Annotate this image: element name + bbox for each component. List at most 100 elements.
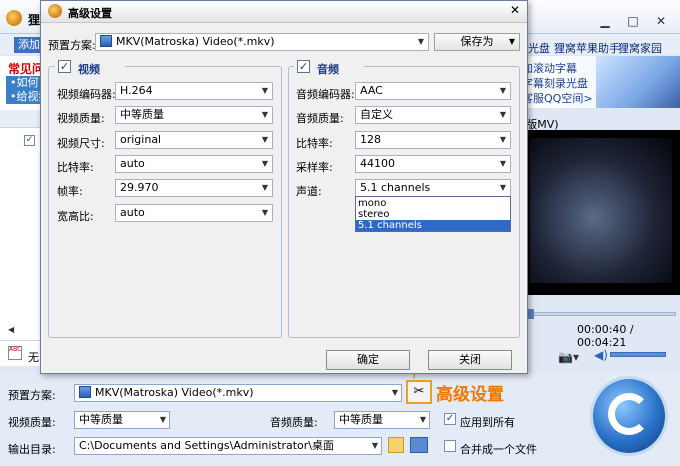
- file-list-header: [0, 110, 42, 128]
- dialog-title-bar: [41, 1, 527, 23]
- menu-link-disc[interactable]: 光盘: [528, 40, 550, 56]
- video-bitrate-value: auto: [120, 157, 145, 170]
- chevron-down-icon: ▼: [261, 86, 268, 95]
- chevron-down-icon: ▼: [499, 183, 506, 192]
- video-quality-select[interactable]: 中等质量 ▼: [74, 411, 170, 429]
- chevron-down-icon: ▼: [261, 110, 268, 119]
- chevron-down-icon: ▼: [419, 415, 426, 424]
- sample-rate-value: 44100: [360, 157, 395, 170]
- faq-title: 常见问: [8, 62, 45, 76]
- video-enable-checkbox[interactable]: ✓: [58, 60, 71, 73]
- faq-link[interactable]: •如何: [6, 76, 42, 90]
- app-logo-icon: [48, 4, 62, 18]
- chevron-down-icon: ▼: [391, 388, 398, 397]
- menu-link-apple-helper[interactable]: 狸窝苹果助手: [554, 40, 620, 56]
- channel-option-selected[interactable]: 5.1 channels: [356, 220, 510, 231]
- seek-slider[interactable]: [526, 312, 676, 316]
- open-folder-icon[interactable]: [410, 437, 428, 453]
- video-quality-value: 中等质量: [79, 413, 123, 426]
- folder-icon[interactable]: [388, 437, 404, 453]
- ok-button[interactable]: 确定: [326, 350, 410, 370]
- apply-all-checkbox[interactable]: ✓: [444, 413, 456, 425]
- audio-bitrate-label: 比特率:: [296, 137, 333, 150]
- advanced-settings-callout: 高级设置: [436, 385, 504, 405]
- audio-bitrate-value: 128: [360, 133, 381, 146]
- aspect-ratio-label: 宽高比:: [57, 210, 94, 223]
- volume-slider[interactable]: [610, 352, 666, 357]
- audio-quality-select[interactable]: 中等质量 ▼: [334, 411, 430, 429]
- save-as-label: 保存为: [460, 35, 494, 48]
- channel-option[interactable]: stereo: [356, 209, 510, 220]
- chevron-down-icon: ▼: [499, 135, 506, 144]
- audio-group-title: 音频: [317, 63, 339, 76]
- chevron-down-icon: ▼: [499, 110, 506, 119]
- chevron-down-icon: ▼: [261, 208, 268, 217]
- chevron-down-icon: ▼: [508, 37, 515, 46]
- video-quality-label: 视频质量:: [57, 112, 105, 125]
- save-as-button[interactable]: 保存为 ▼: [434, 33, 520, 51]
- chevron-down-icon: ▼: [417, 37, 424, 46]
- merge-checkbox[interactable]: [444, 440, 456, 452]
- video-quality-value: 中等质量: [120, 108, 164, 121]
- mkv-format-icon: [79, 386, 91, 398]
- audio-quality-label: 音频质量:: [296, 112, 344, 125]
- faq-link[interactable]: •给视频: [6, 90, 42, 104]
- video-encoder-label: 视频编码器:: [57, 88, 116, 101]
- scroll-left-icon[interactable]: ◀: [8, 325, 18, 335]
- output-dir-label: 输出目录:: [8, 443, 56, 456]
- convert-icon: [608, 393, 650, 435]
- time-readout: 00:00:40 / 00:04:21: [577, 323, 634, 349]
- sample-rate-select[interactable]: 44100 ▼: [355, 155, 511, 173]
- video-size-select[interactable]: original ▼: [115, 131, 273, 149]
- output-dir-select[interactable]: C:\Documents and Settings\Administrator\…: [74, 437, 382, 455]
- video-quality-select[interactable]: 中等质量 ▼: [115, 106, 273, 124]
- ad-line[interactable]: 字幕刻录光盘: [522, 75, 588, 91]
- close-icon[interactable]: ✕: [654, 14, 668, 28]
- dialog-preset-label: 预置方案:: [48, 39, 96, 52]
- file-row-checkbox[interactable]: ✓: [24, 135, 35, 146]
- audio-encoder-select[interactable]: AAC ▼: [355, 82, 511, 100]
- channels-select[interactable]: 5.1 channels ▼: [355, 179, 511, 197]
- sample-rate-label: 采样率:: [296, 161, 333, 174]
- preset-select[interactable]: MKV(Matroska) Video(*.mkv) ▼: [74, 384, 402, 402]
- close-button[interactable]: 关闭: [428, 350, 512, 370]
- chevron-down-icon: ▼: [499, 159, 506, 168]
- close-icon[interactable]: ✕: [507, 2, 523, 18]
- frame-rate-select[interactable]: 29.970 ▼: [115, 179, 273, 197]
- aspect-ratio-value: auto: [120, 206, 145, 219]
- channel-option[interactable]: mono: [356, 198, 510, 209]
- video-bitrate-select[interactable]: auto ▼: [115, 155, 273, 173]
- audio-encoder-label: 音频编码器:: [296, 88, 355, 101]
- menu-link-home[interactable]: 狸窝家园: [618, 40, 662, 56]
- subtitle-value[interactable]: 无: [28, 349, 39, 365]
- audio-quality-label: 音频质量:: [270, 416, 318, 429]
- channels-value: 5.1 channels: [360, 181, 431, 194]
- ad-line[interactable]: 加滚动字幕: [522, 60, 577, 76]
- chevron-down-icon: ▼: [499, 86, 506, 95]
- audio-quality-select[interactable]: 自定义 ▼: [355, 106, 511, 124]
- chevron-down-icon: ▼: [159, 415, 166, 424]
- apply-all-label: 应用到所有: [460, 416, 515, 429]
- volume-icon[interactable]: ◀): [594, 348, 608, 362]
- audio-encoder-value: AAC: [360, 84, 383, 97]
- ad-line[interactable]: 客服QQ空间>: [522, 90, 593, 106]
- camera-icon[interactable]: 📷▾: [558, 350, 579, 364]
- minimize-icon[interactable]: ▁: [598, 14, 612, 28]
- advanced-settings-button[interactable]: ✂: [406, 380, 432, 404]
- output-dir-value: C:\Documents and Settings\Administrator\…: [79, 439, 335, 452]
- video-image: [530, 138, 672, 283]
- audio-enable-checkbox[interactable]: ✓: [297, 60, 310, 73]
- video-encoder-select[interactable]: H.264 ▼: [115, 82, 273, 100]
- wrench-icon: ✂: [413, 384, 425, 399]
- video-encoder-value: H.264: [120, 84, 153, 97]
- audio-bitrate-select[interactable]: 128 ▼: [355, 131, 511, 149]
- preset-label: 预置方案:: [8, 389, 56, 402]
- video-quality-label: 视频质量:: [8, 416, 56, 429]
- aspect-ratio-select[interactable]: auto ▼: [115, 204, 273, 222]
- audio-quality-value: 中等质量: [339, 413, 383, 426]
- channels-label: 声道:: [296, 185, 322, 198]
- maximize-icon[interactable]: □: [626, 14, 640, 28]
- merge-label: 合并成一个文件: [460, 443, 537, 456]
- chevron-down-icon: ▼: [371, 441, 378, 450]
- dialog-preset-select[interactable]: MKV(Matroska) Video(*.mkv) ▼: [95, 33, 429, 51]
